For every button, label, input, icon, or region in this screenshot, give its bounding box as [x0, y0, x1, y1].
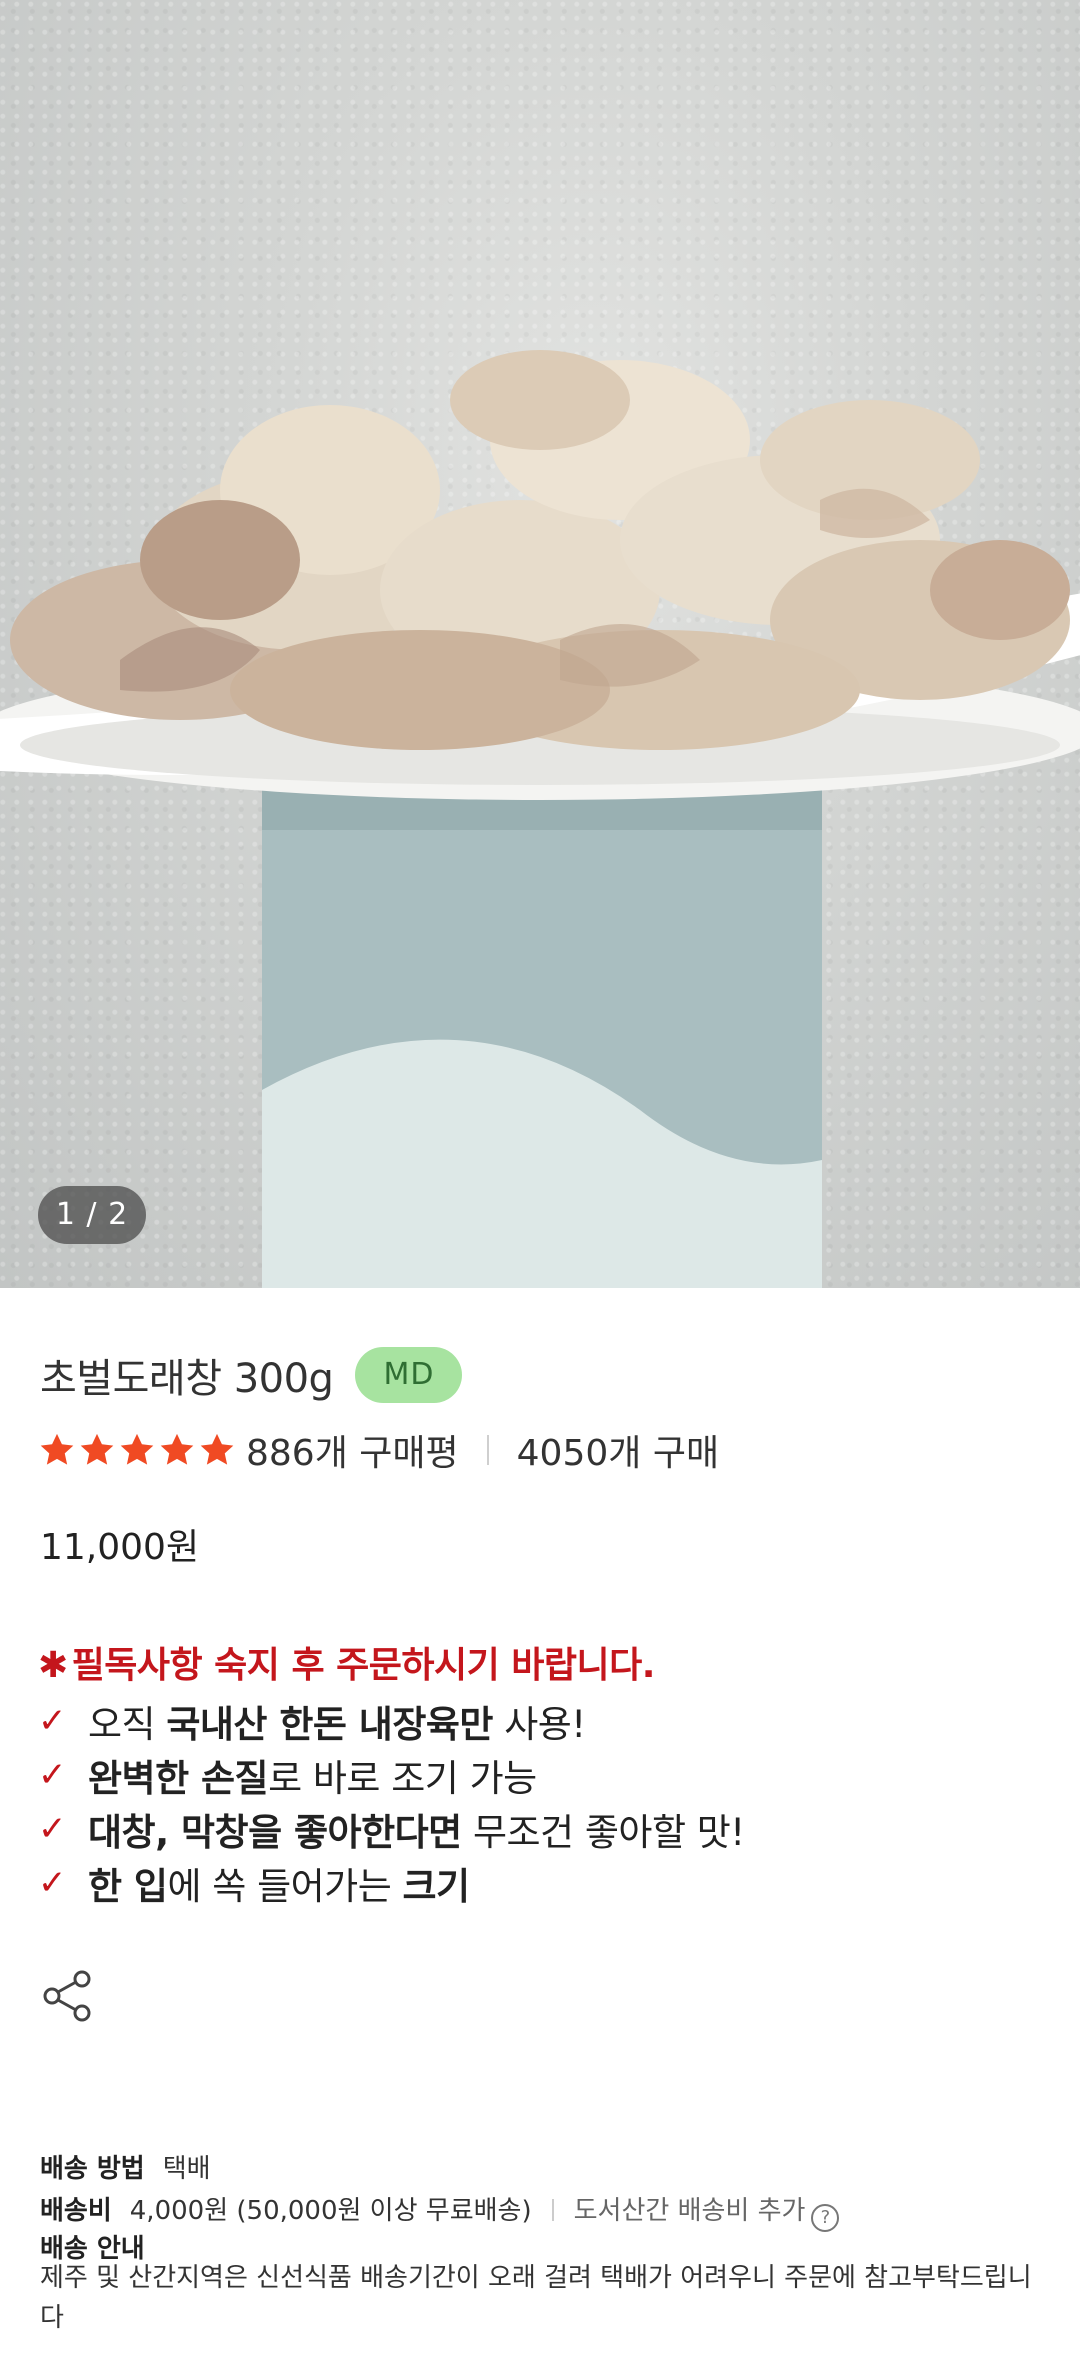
product-title-row: 초벌도래창 300g MD	[40, 1346, 463, 1404]
check-icon: ✓	[38, 1809, 67, 1849]
feature-item: ✓ 오직 국내산 한돈 내장육만 사용!	[38, 1694, 745, 1748]
review-count[interactable]: 886개 구매평	[246, 1424, 459, 1476]
star-icon	[200, 1433, 234, 1465]
notice-message: 필독사항 숙지 후 주문하시기 바랍니다.	[71, 1645, 656, 1686]
notice-text: ✱ 필독사항 숙지 후 주문하시기 바랍니다.	[38, 1636, 655, 1688]
feature-text: 대창, 막창을 좋아한다면 무조건 좋아할 맛!	[88, 1811, 745, 1854]
rating-stars	[38, 1431, 236, 1469]
feature-text: 한 입에 쏙 들어가는 크기	[88, 1865, 470, 1908]
divider	[551, 2199, 554, 2221]
check-icon: ✓	[38, 1755, 67, 1795]
image-pager-indicator: 1 / 2	[38, 1186, 146, 1244]
asterisk-icon: ✱	[38, 1645, 68, 1686]
star-icon	[40, 1433, 74, 1465]
remote-area-fee: 도서산간 배송비 추가	[573, 2196, 806, 2226]
divider	[486, 1435, 489, 1465]
purchase-count: 4050개 구매	[516, 1433, 720, 1474]
check-icon: ✓	[38, 1701, 67, 1741]
product-price: 11,000원	[40, 1527, 200, 1568]
shipping-method-label: 배송 방법	[40, 2154, 145, 2184]
shipping-method-value: 택배	[162, 2154, 211, 2184]
product-title: 초벌도래창 300g	[40, 1356, 334, 1402]
star-icon	[80, 1433, 114, 1465]
shipping-fee-value: 4,000원 (50,000원 이상 무료배송)	[129, 2196, 532, 2226]
shipping-method-row: 배송 방법 택배	[40, 2148, 211, 2185]
md-badge: MD	[355, 1347, 463, 1403]
feature-item: ✓ 완벽한 손질로 바로 조기 가능	[38, 1748, 745, 1802]
shipping-fee-row: 배송비 4,000원 (50,000원 이상 무료배송) 도서산간 배송비 추가?	[40, 2190, 840, 2232]
product-image-carousel[interactable]: 1 / 2	[0, 0, 1080, 1288]
feature-item: ✓ 한 입에 쏙 들어가는 크기	[38, 1856, 745, 1910]
help-icon[interactable]: ?	[811, 2203, 840, 2232]
rating-row[interactable]: 886개 구매평 4050개 구매	[38, 1424, 719, 1476]
product-photo	[0, 350, 1080, 1288]
feature-list: ✓ 오직 국내산 한돈 내장육만 사용! ✓ 완벽한 손질로 바로 조기 가능 …	[38, 1694, 745, 1910]
shipping-guide-text: 제주 및 산간지역은 신선식품 배송기간이 오래 걸려 택배가 어려우니 주문에…	[40, 2263, 1032, 2333]
share-icon[interactable]	[40, 1968, 96, 2024]
feature-item: ✓ 대창, 막창을 좋아한다면 무조건 좋아할 맛!	[38, 1802, 745, 1856]
star-icon	[160, 1433, 194, 1465]
shipping-fee-label: 배송비	[40, 2196, 112, 2226]
star-icon	[120, 1433, 154, 1465]
feature-text: 완벽한 손질로 바로 조기 가능	[88, 1757, 537, 1800]
feature-text: 오직 국내산 한돈 내장육만 사용!	[88, 1703, 586, 1746]
check-icon: ✓	[38, 1863, 67, 1903]
